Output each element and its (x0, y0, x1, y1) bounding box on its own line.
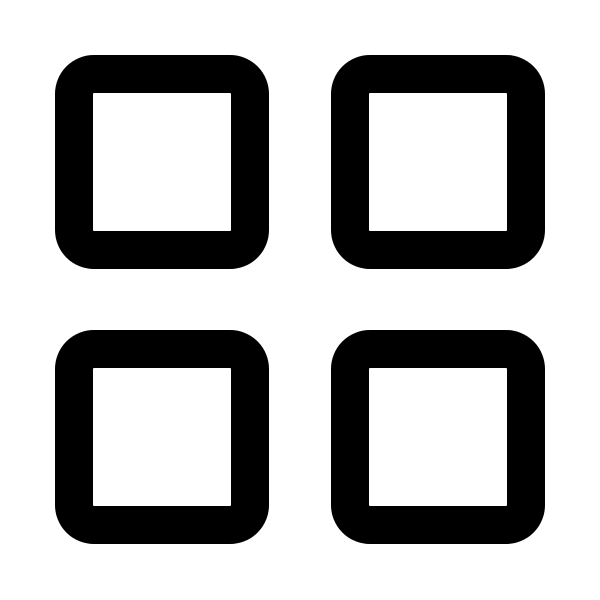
grid-tile-top-left (55, 55, 269, 269)
grid-icon (55, 55, 545, 544)
grid-tile-top-right (331, 55, 545, 269)
grid-tile-bottom-left (55, 330, 269, 544)
grid-tile-bottom-right (331, 330, 545, 544)
icon-canvas (0, 0, 600, 600)
